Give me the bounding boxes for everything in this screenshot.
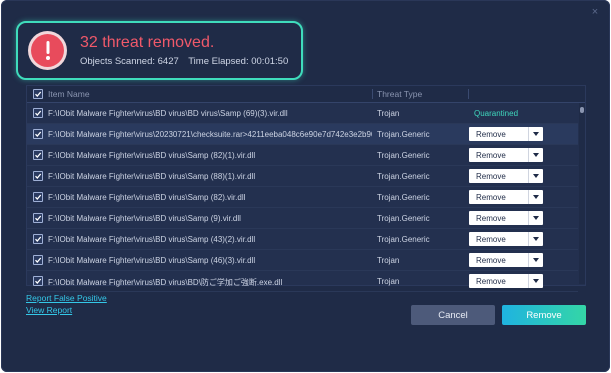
chevron-down-icon xyxy=(528,274,543,288)
column-divider xyxy=(372,89,373,99)
result-title: 32 threat removed. xyxy=(80,34,215,51)
action-select-value: Remove xyxy=(476,151,506,160)
action-select-value: Remove xyxy=(476,214,506,223)
table-header: Item Name Threat Type xyxy=(27,86,585,103)
chevron-down-icon xyxy=(528,232,543,246)
action-select[interactable]: Remove xyxy=(469,274,543,288)
quarantined-status: Quarantined xyxy=(474,109,519,118)
item-path: F:\IObit Malware Fighter\virus\BD virus\… xyxy=(48,256,256,265)
item-path: F:\IObit Malware Fighter\virus\BD virus\… xyxy=(48,151,256,160)
action-select-value: Remove xyxy=(476,172,506,181)
objects-scanned: Objects Scanned: 6427 xyxy=(80,56,179,67)
threat-type: Trojan.Generic xyxy=(377,130,430,139)
item-path: F:\IObit Malware Fighter\virus\BD virus\… xyxy=(48,109,288,118)
scan-stats: Objects Scanned: 6427 Time Elapsed: 00:0… xyxy=(80,56,295,67)
threat-type: Trojan xyxy=(377,277,400,286)
item-path: F:\IObit Malware Fighter\virus\20230721\… xyxy=(48,130,372,139)
cancel-button[interactable]: Cancel xyxy=(411,305,495,325)
column-threat-type[interactable]: Threat Type xyxy=(377,89,422,99)
chevron-down-icon xyxy=(528,211,543,225)
threat-type: Trojan.Generic xyxy=(377,193,430,202)
scrollbar-thumb[interactable] xyxy=(580,107,584,113)
threat-type: Trojan.Generic xyxy=(377,214,430,223)
table-scrollbar[interactable] xyxy=(579,103,585,284)
item-path: F:\IObit Malware Fighter\virus\BD virus\… xyxy=(48,172,256,181)
action-select-value: Remove xyxy=(476,235,506,244)
chevron-down-icon xyxy=(528,127,543,141)
row-checkbox[interactable] xyxy=(33,234,43,244)
row-checkbox[interactable] xyxy=(33,108,43,118)
column-item-name[interactable]: Item Name xyxy=(48,89,90,99)
item-path: F:\IObit Malware Fighter\virus\BD virus\… xyxy=(48,214,241,223)
close-icon[interactable]: × xyxy=(590,7,600,18)
table-row[interactable]: F:\IObit Malware Fighter\virus\BD virus\… xyxy=(27,229,578,250)
table-row[interactable]: F:\IObit Malware Fighter\virus\BD virus\… xyxy=(27,187,578,208)
item-path: F:\IObit Malware Fighter\virus\BD virus\… xyxy=(48,235,256,244)
threat-type: Trojan.Generic xyxy=(377,151,430,160)
action-select-value: Remove xyxy=(476,277,506,286)
item-path: F:\IObit Malware Fighter\virus\BD virus\… xyxy=(48,193,246,202)
time-elapsed: Time Elapsed: 00:01:50 xyxy=(188,56,289,67)
row-checkbox[interactable] xyxy=(33,150,43,160)
threat-rows: F:\IObit Malware Fighter\virus\BD virus\… xyxy=(27,103,578,292)
table-row[interactable]: F:\IObit Malware Fighter\virus\BD virus\… xyxy=(27,271,578,292)
scan-result-window: × 32 threat removed. Objects Scanned: 64… xyxy=(1,0,610,372)
item-path: F:\IObit Malware Fighter\virus\BD virus\… xyxy=(48,278,283,287)
view-report-link[interactable]: View Report xyxy=(26,305,72,315)
action-select[interactable]: Remove xyxy=(469,253,543,267)
threat-table: Item Name Threat Type F:\IObit Malware F… xyxy=(26,85,586,292)
remove-button[interactable]: Remove xyxy=(502,305,586,325)
threat-type: Trojan.Generic xyxy=(377,235,430,244)
exclamation-icon xyxy=(31,34,64,67)
chevron-down-icon xyxy=(528,253,543,267)
action-select[interactable]: Remove xyxy=(469,232,543,246)
action-select[interactable]: Remove xyxy=(469,127,543,141)
select-all-checkbox[interactable] xyxy=(33,89,43,99)
threat-type: Trojan xyxy=(377,109,400,118)
table-row[interactable]: F:\IObit Malware Fighter\virus\BD virus\… xyxy=(27,103,578,124)
action-select[interactable]: Remove xyxy=(469,169,543,183)
row-checkbox[interactable] xyxy=(33,276,43,286)
table-row[interactable]: F:\IObit Malware Fighter\virus\20230721\… xyxy=(27,124,578,145)
table-row[interactable]: F:\IObit Malware Fighter\virus\BD virus\… xyxy=(27,166,578,187)
action-select[interactable]: Remove xyxy=(469,211,543,225)
threat-type: Trojan.Generic xyxy=(377,172,430,181)
action-select[interactable]: Remove xyxy=(469,190,543,204)
row-checkbox[interactable] xyxy=(33,171,43,181)
row-checkbox[interactable] xyxy=(33,255,43,265)
action-select-value: Remove xyxy=(476,256,506,265)
table-row[interactable]: F:\IObit Malware Fighter\virus\BD virus\… xyxy=(27,208,578,229)
table-row[interactable]: F:\IObit Malware Fighter\virus\BD virus\… xyxy=(27,250,578,271)
threat-type: Trojan xyxy=(377,256,400,265)
action-select[interactable]: Remove xyxy=(469,148,543,162)
chevron-down-icon xyxy=(528,169,543,183)
action-select-value: Remove xyxy=(476,193,506,202)
column-divider xyxy=(468,89,469,99)
row-checkbox[interactable] xyxy=(33,192,43,202)
table-row[interactable]: F:\IObit Malware Fighter\virus\BD virus\… xyxy=(27,145,578,166)
row-checkbox[interactable] xyxy=(33,213,43,223)
threat-summary-banner: 32 threat removed. Objects Scanned: 6427… xyxy=(16,21,303,80)
action-select-value: Remove xyxy=(476,130,506,139)
chevron-down-icon xyxy=(528,148,543,162)
chevron-down-icon xyxy=(528,190,543,204)
report-false-positive-link[interactable]: Report False Positive xyxy=(26,293,107,303)
row-checkbox[interactable] xyxy=(33,129,43,139)
